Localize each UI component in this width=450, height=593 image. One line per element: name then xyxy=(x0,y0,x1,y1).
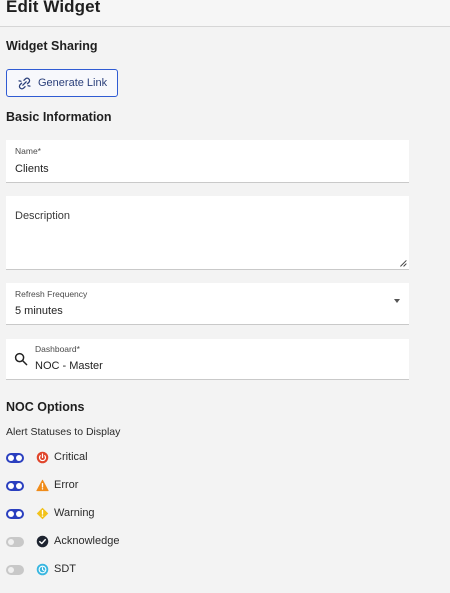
chevron-down-icon[interactable] xyxy=(394,299,400,303)
warning-label: Warning xyxy=(54,507,95,519)
dashboard-search-field[interactable]: Dashboard* NOC - Master xyxy=(6,339,409,380)
acknowledge-label: Acknowledge xyxy=(54,535,120,547)
description-field[interactable]: Description xyxy=(6,196,409,270)
name-field-value: Clients xyxy=(15,163,49,175)
widget-sharing-title: Widget Sharing xyxy=(6,39,98,53)
critical-icon xyxy=(36,451,49,464)
refresh-frequency-value: 5 minutes xyxy=(15,305,63,317)
name-field[interactable]: Name* Clients xyxy=(6,140,409,183)
acknowledge-icon xyxy=(36,535,49,548)
noc-options-title: NOC Options xyxy=(6,400,85,414)
acknowledge-toggle[interactable] xyxy=(6,537,24,547)
description-field-label: Description xyxy=(15,210,71,222)
header-bar: Edit Widget xyxy=(0,0,450,27)
dashboard-field-label: Dashboard* xyxy=(35,344,80,354)
sdt-toggle[interactable] xyxy=(6,565,24,575)
search-icon xyxy=(14,352,28,366)
basic-information-title: Basic Information xyxy=(6,110,112,124)
resize-handle-icon[interactable] xyxy=(398,258,407,267)
refresh-frequency-label: Refresh Frequency xyxy=(15,289,88,299)
status-row-acknowledge: Acknowledge xyxy=(6,534,206,550)
warning-toggle[interactable] xyxy=(6,509,24,519)
sdt-icon xyxy=(36,563,49,576)
page-title: Edit Widget xyxy=(6,0,101,16)
warning-icon xyxy=(36,507,49,520)
link-icon xyxy=(18,77,31,90)
refresh-frequency-select[interactable]: Refresh Frequency 5 minutes xyxy=(6,283,409,325)
status-row-sdt: SDT xyxy=(6,562,206,578)
generate-link-button[interactable]: Generate Link xyxy=(6,69,118,97)
critical-toggle[interactable] xyxy=(6,453,24,463)
generate-link-label: Generate Link xyxy=(38,77,108,89)
critical-label: Critical xyxy=(54,451,88,463)
status-row-error: Error xyxy=(6,478,206,494)
name-field-label: Name* xyxy=(15,146,41,156)
status-row-warning: Warning xyxy=(6,506,206,522)
status-row-critical: Critical xyxy=(6,450,206,466)
error-toggle[interactable] xyxy=(6,481,24,491)
error-label: Error xyxy=(54,479,79,491)
error-icon xyxy=(36,479,49,492)
sdt-label: SDT xyxy=(54,563,76,575)
dashboard-field-value: NOC - Master xyxy=(35,360,103,372)
alert-statuses-label: Alert Statuses to Display xyxy=(6,426,121,438)
